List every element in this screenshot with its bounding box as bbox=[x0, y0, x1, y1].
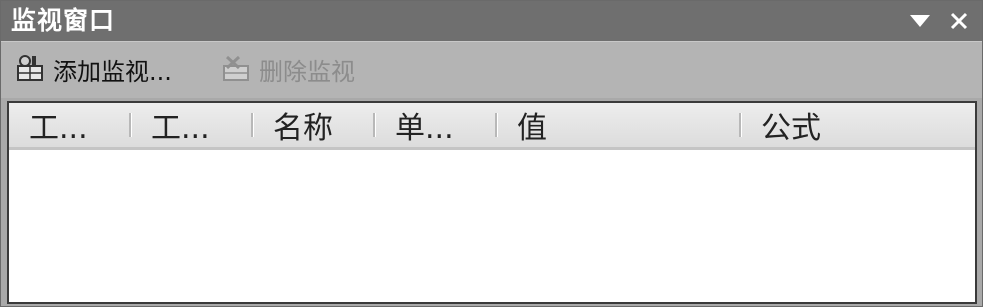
toolbar: 添加监视... 删除监视 bbox=[1, 41, 982, 98]
watch-list[interactable]: 工... 工... 名称 单... 值 公式 bbox=[7, 101, 977, 304]
window-title: 监视窗口 bbox=[11, 6, 116, 35]
column-separator[interactable] bbox=[251, 113, 254, 137]
add-watch-label: 添加监视... bbox=[53, 57, 172, 86]
column-header-cell[interactable]: 单... bbox=[395, 103, 493, 147]
title-bar[interactable]: 监视窗口 bbox=[1, 1, 982, 41]
column-separator[interactable] bbox=[495, 113, 498, 137]
column-header-worksheet[interactable]: 工... bbox=[151, 103, 249, 147]
delete-watch-icon bbox=[221, 54, 253, 84]
column-separator[interactable] bbox=[129, 113, 132, 137]
add-watch-icon bbox=[15, 54, 47, 84]
delete-watch-button[interactable]: 删除监视 bbox=[221, 53, 355, 86]
column-header-formula[interactable]: 公式 bbox=[761, 103, 961, 147]
column-header-value[interactable]: 值 bbox=[517, 103, 737, 147]
close-icon bbox=[950, 12, 968, 30]
window-menu-button[interactable] bbox=[906, 8, 934, 34]
delete-watch-label: 删除监视 bbox=[259, 57, 355, 86]
column-separator[interactable] bbox=[373, 113, 376, 137]
column-separator[interactable] bbox=[739, 113, 742, 137]
column-header-name[interactable]: 名称 bbox=[273, 103, 371, 147]
column-header-workbook[interactable]: 工... bbox=[29, 103, 127, 147]
dropdown-triangle-icon bbox=[910, 15, 930, 27]
list-header: 工... 工... 名称 单... 值 公式 bbox=[9, 103, 975, 150]
list-body[interactable] bbox=[9, 150, 975, 302]
add-watch-button[interactable]: 添加监视... bbox=[15, 53, 172, 86]
watch-window: 监视窗口 添加监视... 删除监视 工... 工... 名称 单... 值 公式 bbox=[0, 0, 983, 307]
close-button[interactable] bbox=[945, 8, 973, 34]
